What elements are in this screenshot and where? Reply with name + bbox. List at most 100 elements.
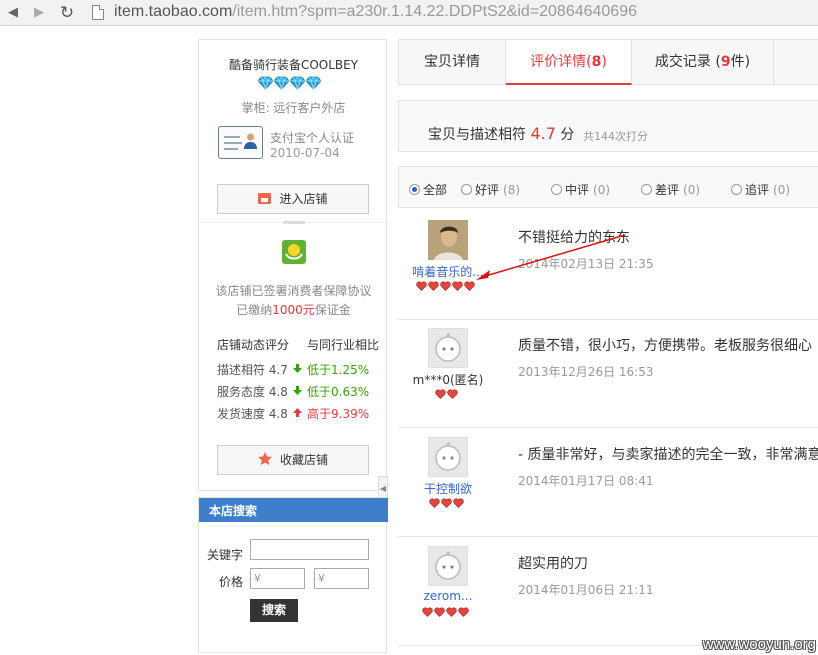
tab-reviews-count: 8: [591, 54, 602, 70]
page-icon: [92, 5, 104, 20]
shop-level-diamonds: [258, 76, 322, 92]
reviewer-name[interactable]: 啃着音乐的...: [398, 263, 498, 280]
heart-icon: [435, 389, 446, 399]
rating-compare: 低于1.25%: [307, 363, 370, 377]
star-icon: [257, 452, 272, 466]
reviewer-avatar[interactable]: [428, 546, 468, 586]
tab-trades-close: 件): [730, 54, 751, 70]
guarantee-deposit: 已缴纳1000元保证金: [199, 301, 388, 318]
score-value: 4.7: [530, 124, 556, 143]
review-text: 超实用的刀: [518, 556, 588, 572]
id-card-line: [224, 136, 240, 138]
guarantee-amount: 1000元: [272, 303, 315, 317]
guarantee-suffix: 保证金: [314, 303, 351, 317]
shop-search-header: 本店搜索: [199, 498, 388, 522]
divider-mark: [283, 221, 305, 224]
keyword-input[interactable]: [250, 539, 369, 560]
shop-name[interactable]: 酷备骑行装备COOLBEY: [199, 56, 388, 73]
radio-icon[interactable]: [641, 184, 652, 195]
radio-icon[interactable]: [551, 184, 562, 195]
person-icon: [244, 133, 257, 149]
diamond-icon: [274, 76, 289, 90]
shop-search-button[interactable]: 搜索: [250, 599, 298, 622]
reviewer-name[interactable]: m***0(匿名): [398, 371, 498, 388]
review-filter-bar: 全部 好评 (8) 中评 (0) 差评 (0) 追评 (0): [398, 166, 818, 208]
reload-icon[interactable]: ↻: [58, 4, 76, 22]
filter-label: 全部: [423, 183, 448, 197]
consumer-protection-icon: [282, 240, 306, 264]
filter-positive[interactable]: 好评 (8): [461, 181, 520, 197]
shop-keeper[interactable]: 掌柜: 远行客户外店: [199, 99, 388, 116]
price-label: 价格: [219, 575, 244, 589]
radio-icon[interactable]: [461, 184, 472, 195]
shop-card: 酷备骑行装备COOLBEY 掌柜: 远行客户外店 支付宝个人认证 2010-07…: [198, 39, 388, 491]
filter-count: (0): [773, 183, 791, 197]
review-date: 2013年12月26日 16:53: [518, 365, 654, 379]
back-icon[interactable]: ◀: [4, 4, 22, 22]
rating-compare: 高于9.39%: [307, 407, 370, 421]
address-bar[interactable]: item.taobao.com/item.htm?spm=a230r.1.14.…: [86, 2, 818, 24]
reviewer-avatar[interactable]: [428, 220, 468, 260]
filter-label: 追评: [745, 183, 770, 197]
radio-icon[interactable]: [731, 184, 742, 195]
review-text: - 质量非常好，与卖家描述的完全一致，非常满意: [518, 447, 818, 463]
heart-icon: [416, 281, 427, 291]
review-date: 2014年02月13日 21:35: [518, 257, 654, 271]
item-tabs: 宝贝详情 评价详情(8) 成交记录 (9件): [398, 39, 818, 85]
score-label: 宝贝与描述相符: [428, 127, 526, 143]
tab-item-detail[interactable]: 宝贝详情: [399, 40, 506, 85]
heart-icon: [440, 281, 451, 291]
heart-icon: [434, 607, 445, 617]
price-min-input[interactable]: ¥: [250, 568, 305, 589]
rating-row-service: 服务态度 4.8 低于0.63%: [217, 383, 387, 399]
guarantee-prefix: 已缴纳: [236, 303, 273, 317]
id-card-line: [224, 148, 238, 150]
review-date: 2014年01月17日 08:41: [518, 474, 654, 488]
review-text: 不错挺给力的东东: [518, 230, 630, 246]
tab-reviews[interactable]: 评价详情(8): [506, 40, 632, 85]
tab-trades-count: 9: [720, 54, 731, 70]
forward-icon[interactable]: ▶: [30, 4, 48, 22]
tab-trade-records[interactable]: 成交记录 (9件): [632, 40, 774, 85]
tab-reviews-label: 评价详情(: [530, 54, 592, 70]
heart-icon: [422, 607, 433, 617]
radio-selected-icon[interactable]: [409, 184, 420, 195]
review-item: m***0(匿名) 质量不错，很小巧，方便携带。老板服务很细心 2013年12月…: [398, 320, 818, 428]
heart-icon: [447, 389, 458, 399]
reviewer-credit-hearts: [435, 388, 459, 400]
filter-followup[interactable]: 追评 (0): [731, 181, 790, 197]
reviewer-avatar[interactable]: [428, 437, 468, 477]
reviewer-avatar[interactable]: [428, 328, 468, 368]
filter-negative[interactable]: 差评 (0): [641, 181, 700, 197]
price-max-input[interactable]: ¥: [314, 568, 369, 589]
reviewer-credit-hearts: [422, 606, 470, 618]
enter-shop-button[interactable]: 进入店铺: [217, 184, 369, 214]
heart-icon: [428, 281, 439, 291]
filter-count: (0): [683, 183, 701, 197]
heart-icon: [452, 281, 463, 291]
rating-label: 服务态度 4.8: [217, 385, 288, 399]
rating-label: 描述相符 4.7: [217, 363, 288, 377]
diamond-icon: [290, 76, 305, 90]
alipay-auth-date: 2010-07-04: [270, 146, 340, 160]
filter-neutral[interactable]: 中评 (0): [551, 181, 610, 197]
id-card-line: [224, 142, 242, 144]
favorite-shop-button[interactable]: 收藏店铺: [217, 445, 369, 475]
arrow-down-icon: [293, 386, 302, 395]
score-unit: 分: [560, 127, 575, 143]
rating-row-description: 描述相符 4.7 低于1.25%: [217, 361, 387, 377]
heart-icon: [446, 607, 457, 617]
watermark: www.wooyun.org: [702, 636, 816, 653]
url-text[interactable]: item.taobao.com/item.htm?spm=a230r.1.14.…: [114, 3, 637, 21]
review-item: 啃着音乐的... 不错挺给力的东东 2014年02月13日 21:35: [398, 212, 818, 320]
filter-count: (0): [593, 183, 611, 197]
enter-shop-label: 进入店铺: [279, 192, 328, 206]
reviewer-name[interactable]: zerom...: [398, 589, 498, 603]
url-path: /item.htm?spm=a230r.1.14.22.DDPtS2&id=20…: [232, 3, 637, 20]
filter-all[interactable]: 全部: [409, 181, 447, 197]
reviewer-name[interactable]: 干控制欲: [398, 480, 498, 497]
reviewer-credit-hearts: [416, 280, 476, 292]
rating-header-right: 与同行业相比: [307, 338, 380, 352]
review-item: zerom... 超实用的刀 2014年01月06日 21:11: [398, 538, 818, 646]
description-score: 宝贝与描述相符 4.7 分: [428, 124, 574, 144]
